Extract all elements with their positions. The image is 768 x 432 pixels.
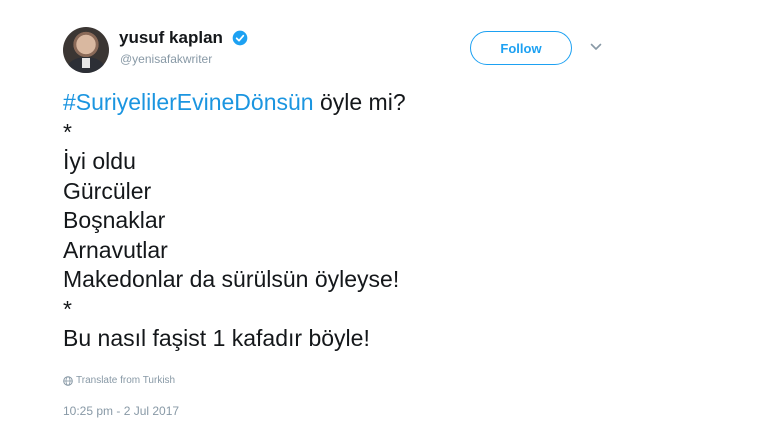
chevron-down-icon[interactable]	[590, 42, 602, 52]
avatar-collar	[82, 58, 90, 68]
follow-button[interactable]: Follow	[470, 31, 572, 65]
tweet-line: Makedonlar da sürülsün öyleyse!	[63, 266, 400, 292]
tweet-line: *	[63, 118, 72, 145]
hashtag-link[interactable]: #SuriyelilerEvineDönsün	[63, 89, 314, 115]
tweet-first-line-rest: öyle mi?	[313, 89, 406, 115]
tweet-line: Boşnaklar	[63, 207, 166, 233]
tweet-card: yusuf kaplan @yenisafakwriter Follow #Su…	[0, 0, 768, 432]
tweet-first-line: #SuriyelilerEvineDönsün öyle mi?	[63, 88, 406, 118]
tweet-line: Gürcüler	[63, 177, 152, 204]
globe-icon	[63, 375, 73, 386]
tweet-line: *	[63, 295, 72, 322]
author-display-name[interactable]: yusuf kaplan	[119, 28, 223, 48]
tweet-line: Bu nasıl faşist 1 kafadır böyle!	[63, 325, 370, 351]
tweet-timestamp[interactable]: 10:25 pm - 2 Jul 2017	[63, 404, 179, 418]
author-handle[interactable]: @yenisafakwriter	[120, 52, 212, 66]
tweet-line: Arnavutlar	[63, 236, 168, 263]
tweet-text: #SuriyelilerEvineDönsün öyle mi? * İyi o…	[63, 88, 406, 354]
avatar[interactable]	[63, 27, 109, 73]
translate-link[interactable]: Translate from Turkish	[63, 375, 175, 386]
translate-link-label: Translate from Turkish	[76, 375, 176, 386]
verified-badge-icon	[232, 30, 248, 46]
tweet-line: İyi oldu	[63, 148, 136, 174]
